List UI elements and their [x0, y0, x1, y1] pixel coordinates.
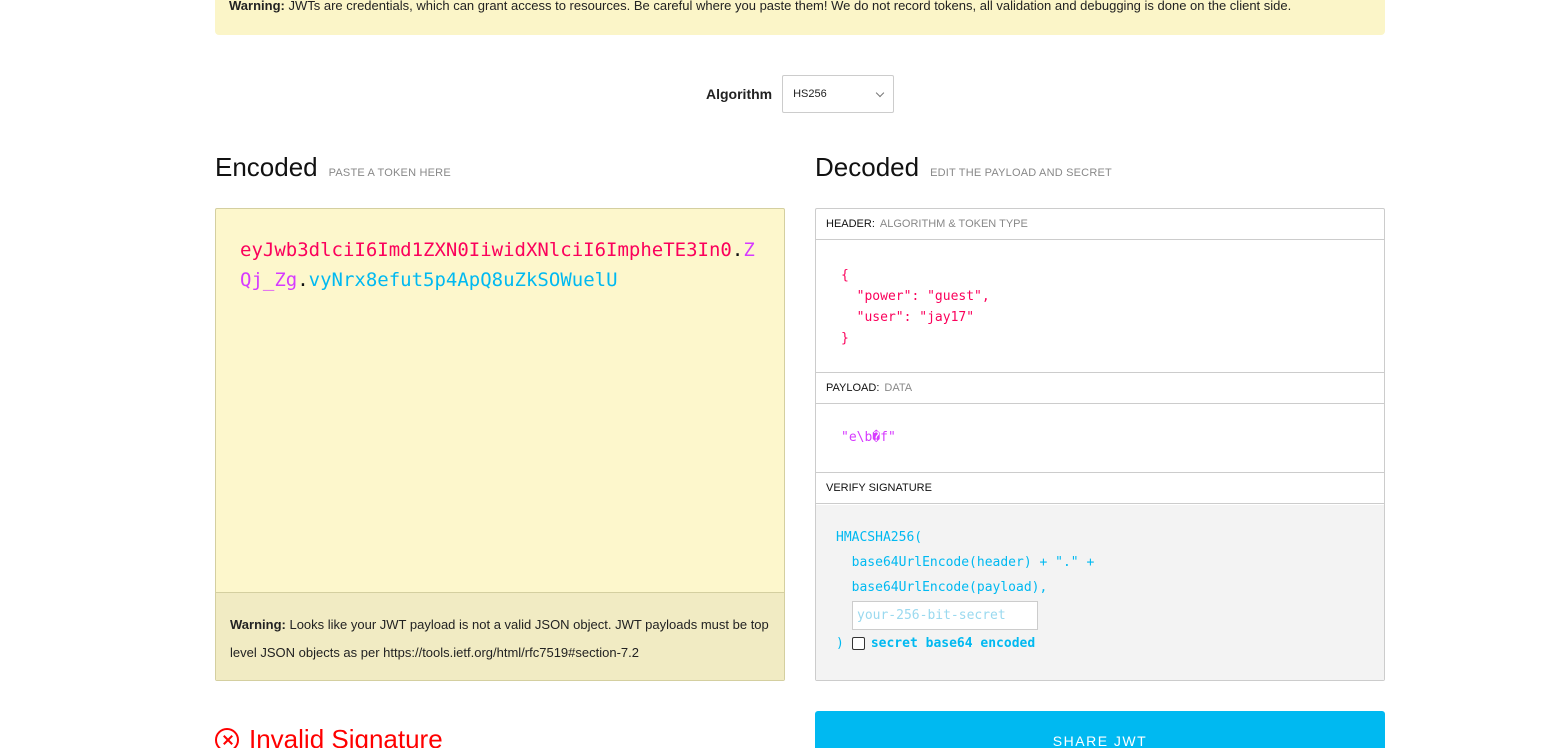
payload-section-label: PAYLOAD: DATA [816, 373, 1384, 404]
warning-text: JWTs are credentials, which can grant ac… [288, 0, 1292, 13]
payload-sublabel: DATA [884, 382, 913, 394]
encoded-title: Encoded [215, 152, 318, 182]
header-json-editor[interactable]: { "power": "guest", "user": "jay17" } [816, 240, 1384, 373]
algorithm-select[interactable]: HS256 [782, 75, 895, 113]
warning-banner: Warning: JWTs are credentials, which can… [215, 0, 1385, 35]
decoded-panel: HEADER: ALGORITHM & TOKEN TYPE { "power"… [815, 208, 1385, 681]
encoded-token-editor[interactable]: eyJwb3dlciI6Imd1ZXN0IiwidXNlciI6ImpheTE3… [215, 208, 785, 681]
token-signature-part: vyNrx8efut5p4ApQ8uZkSOWuelU [308, 269, 618, 291]
payload-warning: Warning: Looks like your JWT payload is … [216, 592, 784, 680]
header-sublabel: ALGORITHM & TOKEN TYPE [879, 218, 1028, 230]
payload-value[interactable]: "e\b�f" [841, 430, 896, 445]
signature-status-text: Invalid Signature [249, 724, 443, 748]
warning-label: Warning: [229, 0, 285, 13]
payload-warning-label: Warning: [230, 617, 286, 632]
encoded-heading: Encoded PASTE A TOKEN HERE [215, 152, 451, 183]
token-text[interactable]: eyJwb3dlciI6Imd1ZXN0IiwidXNlciI6ImpheTE3… [240, 235, 760, 295]
secret-input[interactable]: your-256-bit-secret [852, 601, 1038, 630]
encoded-subtitle: PASTE A TOKEN HERE [328, 167, 451, 179]
verify-label: VERIFY SIGNATURE [826, 482, 932, 494]
token-dot: . [297, 269, 309, 291]
verify-code: HMACSHA256( base64UrlEncode(header) + ".… [836, 530, 1095, 595]
signature-status: Invalid Signature [215, 724, 443, 748]
invalid-x-icon [215, 727, 239, 748]
verify-section-label: VERIFY SIGNATURE [816, 473, 1384, 504]
payload-warning-text: Looks like your JWT payload is not a val… [230, 617, 769, 660]
decoded-title: Decoded [815, 152, 920, 182]
header-json[interactable]: { "power": "guest", "user": "jay17" } [841, 265, 990, 349]
decoded-subtitle: EDIT THE PAYLOAD AND SECRET [930, 167, 1112, 179]
decoded-heading: Decoded EDIT THE PAYLOAD AND SECRET [815, 152, 1112, 183]
token-header-part: eyJwb3dlciI6Imd1ZXN0IiwidXNlciI6ImpheTE3… [240, 239, 732, 261]
close-paren: ) [836, 636, 844, 651]
share-jwt-button[interactable]: SHARE JWT [815, 711, 1385, 748]
chevron-down-icon [875, 88, 885, 98]
secret-base64-checkbox[interactable] [851, 637, 865, 650]
verify-close-row: ) secret base64 encoded [836, 636, 1035, 651]
payload-json-editor[interactable]: "e\b�f" [816, 404, 1384, 473]
header-label: HEADER: [826, 218, 875, 230]
algorithm-selected-value: HS256 [793, 88, 827, 100]
algorithm-row: Algorithm HS256 [706, 75, 895, 113]
token-dot: . [731, 239, 744, 261]
payload-label: PAYLOAD: [826, 382, 880, 394]
header-section-label: HEADER: ALGORITHM & TOKEN TYPE [816, 209, 1384, 240]
secret-base64-label[interactable]: secret base64 encoded [871, 636, 1035, 651]
verify-signature-body: HMACSHA256( base64UrlEncode(header) + ".… [816, 505, 1384, 680]
algorithm-label: Algorithm [706, 86, 773, 102]
